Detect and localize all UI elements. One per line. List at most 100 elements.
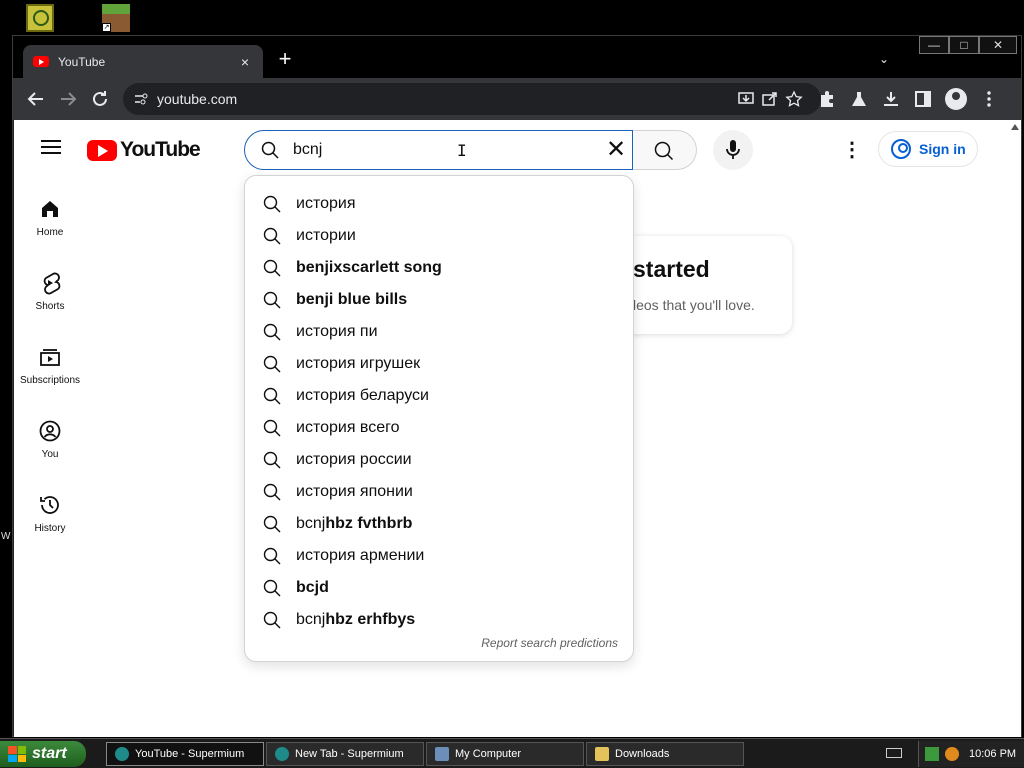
window-close-button[interactable]: ✕ (979, 36, 1017, 54)
side-panel-icon[interactable] (913, 89, 933, 109)
youtube-logo-text: YouTube (120, 138, 201, 161)
sidebar-item-home[interactable]: Home (14, 197, 86, 257)
search-suggestion[interactable]: история игрушек (245, 348, 633, 380)
site-info-icon[interactable] (133, 91, 149, 107)
suggestion-search-icon (263, 323, 281, 341)
back-arrow-icon[interactable] (24, 87, 48, 111)
profile-avatar-icon[interactable] (945, 88, 967, 110)
desktop-clock-app-icon[interactable] (26, 4, 54, 32)
search-query-text[interactable]: bcnj (293, 141, 322, 159)
suggestion-text: история всего (296, 419, 400, 437)
youtube-logo[interactable]: YouTube (87, 138, 201, 162)
search-suggestion[interactable]: история японии (245, 476, 633, 508)
folder-icon (595, 747, 609, 761)
page-viewport: YouTube bcnj I ✕ ⋮ Sign in Home Shorts S… (14, 120, 1009, 737)
browser-toolbar: youtube.com (13, 78, 1021, 120)
suggestion-text: bcnjhbz fvthbrb (296, 515, 412, 533)
sign-in-button[interactable]: Sign in (878, 131, 978, 167)
taskbar-item-label: Downloads (615, 748, 670, 760)
suggestion-text: bcnjhbz erhfbys (296, 611, 415, 629)
desktop-minecraft-shortcut-icon[interactable]: ↗ (102, 4, 130, 32)
downloads-icon[interactable] (881, 89, 901, 109)
search-suggestion[interactable]: bcnjhbz fvthbrb (245, 508, 633, 540)
url-text[interactable]: youtube.com (157, 91, 237, 107)
suggestion-completion: история пи (296, 323, 378, 340)
page-scrollbar[interactable] (1009, 120, 1021, 737)
search-suggestion[interactable]: история россии (245, 444, 633, 476)
youtube-play-logo-icon (87, 139, 117, 161)
tab-close-icon[interactable]: × (237, 54, 253, 70)
taskbar-item-new-tab-supermium[interactable]: New Tab - Supermium (266, 742, 424, 766)
suggestion-completion: benjixscarlett song (296, 259, 442, 276)
keyboard-icon[interactable] (886, 748, 902, 758)
extensions-puzzle-icon[interactable] (817, 89, 837, 109)
tab-search-chevron-icon[interactable]: ⌄ (879, 52, 889, 66)
settings-kebab-icon[interactable]: ⋮ (840, 136, 864, 164)
search-button[interactable] (633, 130, 697, 170)
taskbar-item-downloads[interactable]: Downloads (586, 742, 744, 766)
search-suggestion[interactable]: benji blue bills (245, 284, 633, 316)
sidebar-item-shorts[interactable]: Shorts (14, 271, 86, 331)
sidebar-item-you[interactable]: You (14, 419, 86, 479)
my-computer-icon (435, 747, 449, 761)
tray-search-icon[interactable] (945, 747, 959, 761)
bookmark-star-icon[interactable] (785, 90, 803, 108)
network-icon[interactable] (925, 747, 939, 761)
suggestion-prefix: bcnj (296, 515, 326, 532)
taskbar-item-youtube-supermium[interactable]: YouTube - Supermium (106, 742, 264, 766)
report-search-predictions-link[interactable]: Report search predictions (481, 636, 618, 650)
search-input[interactable]: bcnj I ✕ (244, 130, 633, 170)
suggestion-text: benjixscarlett song (296, 259, 442, 277)
new-tab-button[interactable]: + (275, 48, 295, 72)
home-icon (42, 201, 58, 217)
search-suggestion[interactable]: история всего (245, 412, 633, 444)
search-suggestion[interactable]: bcnjhbz erhfbys (245, 604, 633, 636)
taskbar-item-my-computer[interactable]: My Computer (426, 742, 584, 766)
search-suggestion[interactable]: bcjd (245, 572, 633, 604)
window-maximize-button[interactable]: □ (949, 36, 979, 54)
install-app-icon[interactable] (737, 90, 755, 108)
youtube-favicon-icon (33, 56, 49, 67)
reload-icon[interactable] (88, 87, 112, 111)
card-heading: started (633, 256, 710, 282)
suggestion-text: история пи (296, 323, 378, 341)
search-suggestion[interactable]: истории (245, 220, 633, 252)
share-icon[interactable] (761, 90, 779, 108)
suggestion-text: история армении (296, 547, 424, 565)
browser-menu-kebab-icon[interactable] (979, 89, 999, 109)
tab-strip: YouTube × + ⌄ — □ ✕ (13, 36, 1021, 78)
search-suggestion[interactable]: история армении (245, 540, 633, 572)
window-minimize-button[interactable]: — (919, 36, 949, 54)
system-tray: 10:06 PM (918, 741, 1024, 767)
sidebar-item-label: Home (36, 227, 64, 238)
search-suggestion[interactable]: benjixscarlett song (245, 252, 633, 284)
suggestion-completion: история игрушек (296, 355, 421, 372)
scroll-up-arrow-icon[interactable] (1011, 124, 1019, 130)
start-button[interactable]: start (0, 741, 86, 767)
windows-flag-icon (8, 746, 26, 762)
forward-arrow-icon[interactable] (56, 87, 80, 111)
sidebar-item-history[interactable]: History (14, 493, 86, 553)
account-circle-icon (891, 139, 911, 159)
search-suggestion[interactable]: история (245, 188, 633, 220)
sidebar-item-subscriptions[interactable]: Subscriptions (14, 345, 86, 405)
suggestion-completion: история россии (296, 451, 412, 468)
history-icon (40, 496, 59, 514)
suggestion-search-icon (263, 419, 281, 437)
address-bar[interactable]: youtube.com (123, 83, 821, 115)
clear-search-icon[interactable]: ✕ (603, 137, 629, 163)
suggestion-text: история беларуси (296, 387, 429, 405)
guide-menu-icon[interactable] (41, 140, 61, 154)
tab-youtube[interactable]: YouTube × (23, 45, 263, 78)
suggestion-completion: hbz fvthbrb (325, 515, 413, 532)
card-subtext: leos that you'll love. (633, 297, 755, 313)
suggestion-search-icon (263, 387, 281, 405)
taskbar-item-label: New Tab - Supermium (295, 748, 404, 760)
suggestion-completion: история армении (296, 547, 425, 564)
browser-window: YouTube × + ⌄ — □ ✕ youtube.com YouTube … (12, 35, 1022, 737)
sidebar-item-label: Subscriptions (19, 375, 81, 386)
voice-search-button[interactable] (713, 130, 753, 170)
search-suggestion[interactable]: история беларуси (245, 380, 633, 412)
labs-flask-icon[interactable] (849, 89, 869, 109)
search-suggestion[interactable]: история пи (245, 316, 633, 348)
